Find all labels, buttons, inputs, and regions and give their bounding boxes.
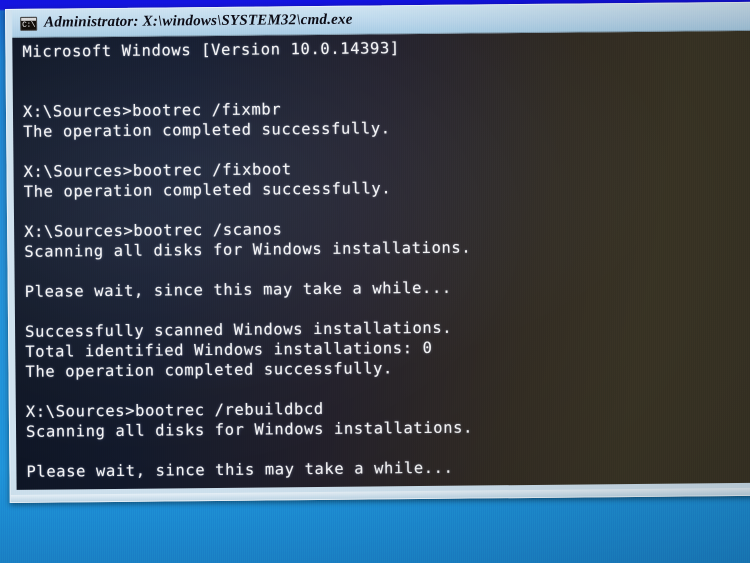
window-title: Administrator: X:\windows\SYSTEM32\cmd.e… <box>44 11 353 31</box>
console-output: Microsoft Windows [Version 10.0.14393] X… <box>22 35 750 490</box>
cmd-icon-glyph: C:\ <box>22 20 36 30</box>
cmd-window[interactable]: C:\ Administrator: X:\windows\SYSTEM32\c… <box>5 1 750 503</box>
console-client-area[interactable]: Microsoft Windows [Version 10.0.14393] X… <box>12 29 750 490</box>
screen-photo: C:\ Administrator: X:\windows\SYSTEM32\c… <box>0 0 750 563</box>
cmd-icon: C:\ <box>20 16 38 31</box>
